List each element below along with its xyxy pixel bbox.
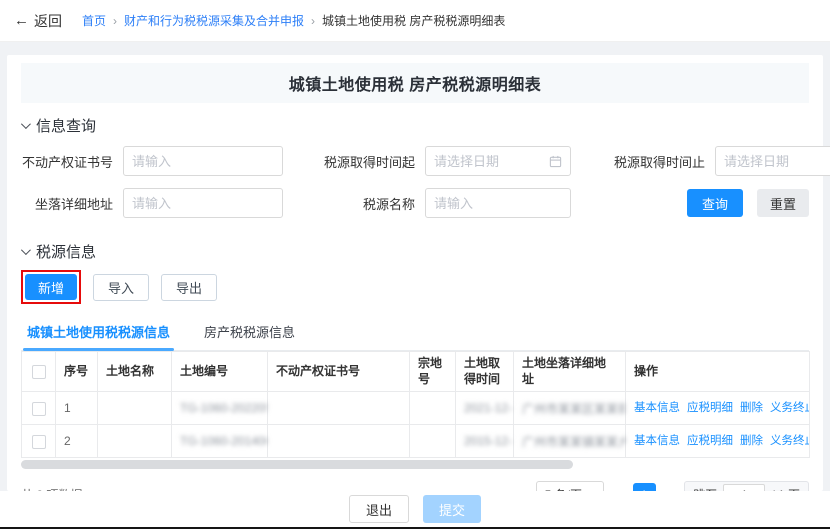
action-terminate[interactable]: 义务终止 bbox=[770, 402, 810, 414]
query-section-header[interactable]: 信息查询 bbox=[21, 116, 809, 134]
source-section-header[interactable]: 税源信息 bbox=[21, 242, 809, 260]
title-band: 城镇土地使用税 房产税税源明细表 bbox=[21, 63, 809, 103]
horizontal-scrollbar[interactable] bbox=[21, 460, 809, 469]
pagination-bar: 共 2 项数据 5 条/页 ‹ 1 › 跳至 / 1 页 bbox=[21, 481, 809, 491]
back-button[interactable]: ← 返回 bbox=[14, 11, 62, 31]
source-name-field: 税源名称 bbox=[319, 188, 571, 218]
calendar-icon[interactable] bbox=[549, 155, 562, 168]
exit-button[interactable]: 退出 bbox=[349, 495, 409, 523]
breadcrumb-separator: › bbox=[113, 14, 117, 28]
breadcrumb-separator: › bbox=[311, 14, 315, 28]
col-index: 序号 bbox=[56, 352, 98, 392]
source-name-input[interactable] bbox=[434, 196, 562, 211]
cell-index: 1 bbox=[56, 392, 98, 425]
source-table: 序号 土地名称 土地编号 不动产权证书号 宗地号 土地取得时间 土地坐落详细地址… bbox=[21, 351, 810, 458]
cell-land-name bbox=[98, 392, 172, 425]
cell-land-no-redacted: TG-1060-2014060528… bbox=[172, 425, 268, 458]
action-terminate[interactable]: 义务终止 bbox=[770, 435, 810, 447]
chevron-down-icon bbox=[21, 119, 31, 129]
date-end-label: 税源取得时间止 bbox=[609, 152, 705, 171]
cell-address-redacted: 广州市某某区某某街道189号 bbox=[514, 392, 626, 425]
cell-parcel-no bbox=[410, 425, 456, 458]
app-window: ← 返回 首页 › 财产和行为税税源采集及合并申报 › 城镇土地使用税 房产税税… bbox=[0, 0, 830, 529]
table-row: 1 TG-1060-2022052776… 2021-12-31 广州市某某区某… bbox=[22, 392, 810, 425]
page-number-1[interactable]: 1 bbox=[633, 483, 656, 491]
page-size-select[interactable]: 5 条/页 bbox=[536, 481, 604, 491]
red-annotation-box: 新增 bbox=[21, 270, 81, 304]
cell-actions: 基本信息应税明细删除义务终止信息对比i bbox=[626, 425, 810, 458]
export-button[interactable]: 导出 bbox=[161, 274, 217, 301]
breadcrumb: 首页 › 财产和行为税税源采集及合并申报 › 城镇土地使用税 房产税税源明细表 bbox=[82, 12, 505, 29]
tab-land-tax-source[interactable]: 城镇土地使用税税源信息 bbox=[27, 316, 170, 350]
breadcrumb-collection[interactable]: 财产和行为税税源采集及合并申报 bbox=[124, 12, 304, 29]
row-checkbox[interactable] bbox=[32, 435, 46, 449]
date-start-field: 税源取得时间起 bbox=[319, 146, 571, 176]
action-tax-detail[interactable]: 应税明细 bbox=[687, 402, 733, 414]
address-label: 坐落详细地址 bbox=[21, 194, 113, 213]
col-parcel-no: 宗地号 bbox=[410, 352, 456, 392]
date-end-input[interactable] bbox=[724, 154, 830, 169]
cell-address-redacted: 广州市某某镇某某大道23号 bbox=[514, 425, 626, 458]
action-delete[interactable]: 删除 bbox=[740, 402, 763, 414]
cert-number-label: 不动产权证书号 bbox=[21, 152, 113, 171]
action-delete[interactable]: 删除 bbox=[740, 435, 763, 447]
cell-cert-no bbox=[268, 392, 410, 425]
page-body: 城镇土地使用税 房产税税源明细表 信息查询 不动产权证书号 税源取得时间起 bbox=[0, 42, 830, 491]
col-address: 土地坐落详细地址 bbox=[514, 352, 626, 392]
source-tabs: 城镇土地使用税税源信息 房产税税源信息 bbox=[21, 316, 809, 351]
query-form-row-1: 不动产权证书号 税源取得时间起 税源取得时间止 bbox=[21, 146, 809, 176]
chevron-down-icon bbox=[21, 245, 31, 255]
page-title: 城镇土地使用税 房产税税源明细表 bbox=[289, 71, 541, 95]
content-card: 城镇土地使用税 房产税税源明细表 信息查询 不动产权证书号 税源取得时间起 bbox=[7, 55, 823, 491]
table-header-row: 序号 土地名称 土地编号 不动产权证书号 宗地号 土地取得时间 土地坐落详细地址… bbox=[22, 352, 810, 392]
cell-land-no-redacted: TG-1060-2022052776… bbox=[172, 392, 268, 425]
address-field: 坐落详细地址 bbox=[21, 188, 283, 218]
cert-number-field: 不动产权证书号 bbox=[21, 146, 283, 176]
col-land-name: 土地名称 bbox=[98, 352, 172, 392]
cell-acquire-time-redacted: 2021-12-31 bbox=[456, 392, 514, 425]
col-actions: 操作 bbox=[626, 352, 810, 392]
cell-parcel-no bbox=[410, 392, 456, 425]
col-land-no: 土地编号 bbox=[172, 352, 268, 392]
cell-land-name bbox=[98, 425, 172, 458]
col-acquire-time: 土地取得时间 bbox=[456, 352, 514, 392]
source-name-label: 税源名称 bbox=[319, 194, 415, 213]
query-form-row-2: 坐落详细地址 税源名称 查询 重置 bbox=[21, 188, 809, 218]
cell-acquire-time-redacted: 2015-12-31 bbox=[456, 425, 514, 458]
page-jump-group: 跳至 / 1 页 bbox=[684, 481, 809, 491]
action-tax-detail[interactable]: 应税明细 bbox=[687, 435, 733, 447]
cell-actions: 基本信息应税明细删除义务终止信息对比i bbox=[626, 392, 810, 425]
address-input[interactable] bbox=[132, 196, 274, 211]
breadcrumb-home[interactable]: 首页 bbox=[82, 12, 106, 29]
jump-page-input[interactable] bbox=[723, 484, 765, 491]
cell-index: 2 bbox=[56, 425, 98, 458]
breadcrumb-current: 城镇土地使用税 房产税税源明细表 bbox=[322, 12, 505, 29]
action-basic-info[interactable]: 基本信息 bbox=[634, 402, 680, 414]
scrollbar-thumb[interactable] bbox=[21, 460, 573, 469]
action-basic-info[interactable]: 基本信息 bbox=[634, 435, 680, 447]
topbar: ← 返回 首页 › 财产和行为税税源采集及合并申报 › 城镇土地使用税 房产税税… bbox=[0, 0, 830, 42]
import-button[interactable]: 导入 bbox=[93, 274, 149, 301]
select-all-checkbox[interactable] bbox=[32, 365, 46, 379]
cell-cert-no bbox=[268, 425, 410, 458]
add-button[interactable]: 新增 bbox=[25, 274, 77, 300]
cert-number-input[interactable] bbox=[132, 154, 274, 169]
row-checkbox[interactable] bbox=[32, 402, 46, 416]
source-section-title: 税源信息 bbox=[36, 241, 96, 262]
date-start-input[interactable] bbox=[434, 154, 545, 169]
query-section-title: 信息查询 bbox=[36, 115, 96, 136]
back-label: 返回 bbox=[34, 11, 62, 31]
source-toolbar: 新增 导入 导出 bbox=[21, 270, 809, 304]
footer-action-bar: 退出 提交 bbox=[0, 491, 830, 527]
date-start-label: 税源取得时间起 bbox=[319, 152, 415, 171]
date-end-field: 税源取得时间止 bbox=[609, 146, 830, 176]
search-button[interactable]: 查询 bbox=[687, 189, 743, 217]
col-cert-no: 不动产权证书号 bbox=[268, 352, 410, 392]
back-arrow-icon: ← bbox=[14, 12, 29, 29]
reset-button[interactable]: 重置 bbox=[757, 189, 809, 217]
tab-house-tax-source[interactable]: 房产税税源信息 bbox=[204, 316, 295, 350]
table-row: 2 TG-1060-2014060528… 2015-12-31 广州市某某镇某… bbox=[22, 425, 810, 458]
submit-button[interactable]: 提交 bbox=[423, 495, 481, 523]
